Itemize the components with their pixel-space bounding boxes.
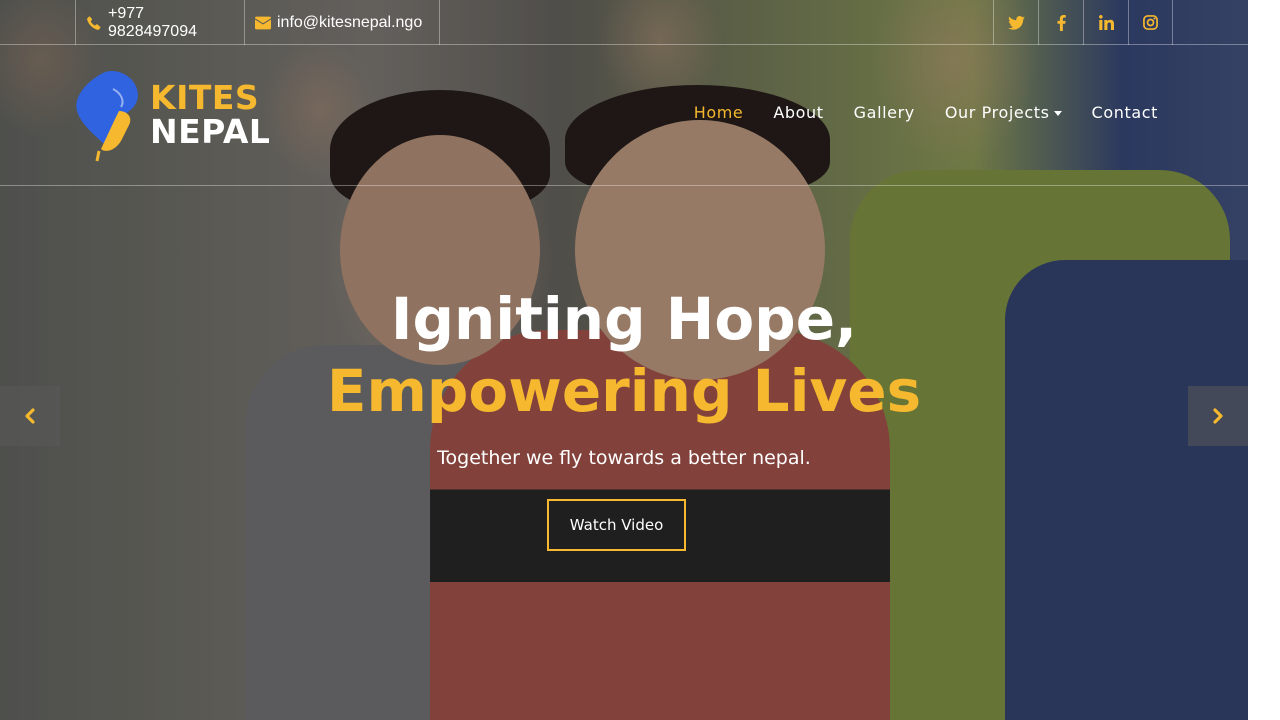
hero-title-line-2: Empowering Lives <box>326 357 922 425</box>
hero-title: Igniting Hope, Empowering Lives <box>0 283 1248 427</box>
nav-our-projects[interactable]: Our Projects <box>945 103 1062 122</box>
email-contact[interactable]: info@kitesnepal.ngo <box>244 0 440 45</box>
nav-about[interactable]: About <box>773 103 823 122</box>
phone-icon <box>86 15 102 31</box>
nav-home[interactable]: Home <box>694 103 744 122</box>
site-header: KITES NEPAL Home About Gallery Our Proje… <box>0 45 1248 186</box>
watch-video-button[interactable]: Watch Video <box>547 499 686 551</box>
instagram-icon[interactable] <box>1128 0 1173 45</box>
twitter-icon[interactable] <box>993 0 1038 45</box>
main-nav: Home About Gallery Our Projects Contact <box>694 103 1158 122</box>
linkedin-icon[interactable] <box>1083 0 1128 45</box>
nav-contact[interactable]: Contact <box>1092 103 1158 122</box>
logo-line-2: NEPAL <box>150 112 271 151</box>
envelope-icon <box>255 16 271 30</box>
logo-wordmark: KITES NEPAL <box>150 81 270 149</box>
facebook-icon[interactable] <box>1038 0 1083 45</box>
hero-subtitle: Together we fly towards a better nepal. <box>437 447 811 469</box>
hero-title-line-1: Igniting Hope, <box>390 285 858 353</box>
chevron-right-icon <box>1213 408 1223 424</box>
hero-carousel: +977 9828497094 info@kitesnepal.ngo KITE… <box>0 0 1248 720</box>
logo-line-1: KITES <box>150 78 260 117</box>
site-logo[interactable]: KITES NEPAL <box>75 67 275 162</box>
kite-logo-icon <box>76 70 138 162</box>
carousel-next-button[interactable] <box>1188 386 1248 446</box>
phone-contact[interactable]: +977 9828497094 <box>75 0 245 45</box>
email-address: info@kitesnepal.ngo <box>277 13 423 31</box>
phone-number: +977 9828497094 <box>108 4 197 40</box>
nav-gallery[interactable]: Gallery <box>854 103 915 122</box>
page-gutter <box>1248 0 1280 720</box>
chevron-left-icon <box>25 408 35 424</box>
caret-down-icon <box>1053 111 1062 116</box>
top-bar: +977 9828497094 info@kitesnepal.ngo <box>0 0 1248 45</box>
nav-our-projects-label: Our Projects <box>944 103 1050 122</box>
carousel-prev-button[interactable] <box>0 386 60 446</box>
